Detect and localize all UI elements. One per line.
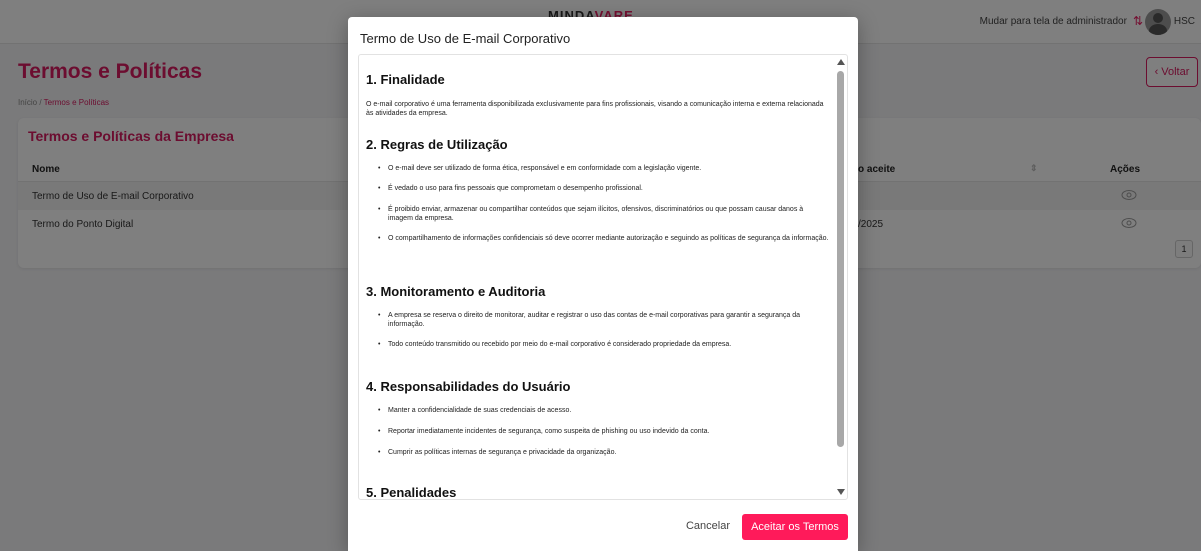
list-item: Cumprir as políticas internas de seguran… xyxy=(378,448,829,457)
list-item: Manter a confidencialidade de suas crede… xyxy=(378,406,829,415)
scrollbar[interactable] xyxy=(835,55,847,499)
terms-content-scroll[interactable]: 1. Finalidade O e-mail corporativo é uma… xyxy=(358,54,848,500)
section-heading: 4. Responsabilidades do Usuário xyxy=(366,379,571,394)
list-item: O compartilhamento de informações confid… xyxy=(378,234,829,243)
list-item: A empresa se reserva o direito de monito… xyxy=(378,311,829,329)
section-heading: 2. Regras de Utilização xyxy=(366,137,508,152)
scroll-thumb[interactable] xyxy=(837,71,844,447)
scroll-up-icon[interactable] xyxy=(837,59,845,65)
section-heading: 3. Monitoramento e Auditoria xyxy=(366,284,546,299)
accept-terms-button[interactable]: Aceitar os Termos xyxy=(742,514,848,540)
list-item: É proibido enviar, armazenar ou comparti… xyxy=(378,205,829,223)
terms-modal: Termo de Uso de E-mail Corporativo 1. Fi… xyxy=(348,17,858,551)
list-item: Todo conteúdo transmitido ou recebido po… xyxy=(378,340,829,349)
scroll-down-icon[interactable] xyxy=(837,489,845,495)
section-text: O e-mail corporativo é uma ferramenta di… xyxy=(366,101,824,117)
section-heading: 1. Finalidade xyxy=(366,72,445,87)
list-item: Reportar imediatamente incidentes de seg… xyxy=(378,427,829,436)
list-item: O e-mail deve ser utilizado de forma éti… xyxy=(378,164,829,173)
section-heading: 5. Penalidades xyxy=(366,485,457,500)
cancel-button[interactable]: Cancelar xyxy=(677,514,739,538)
modal-title: Termo de Uso de E-mail Corporativo xyxy=(360,31,571,46)
list-item: É vedado o uso para fins pessoais que co… xyxy=(378,184,829,193)
